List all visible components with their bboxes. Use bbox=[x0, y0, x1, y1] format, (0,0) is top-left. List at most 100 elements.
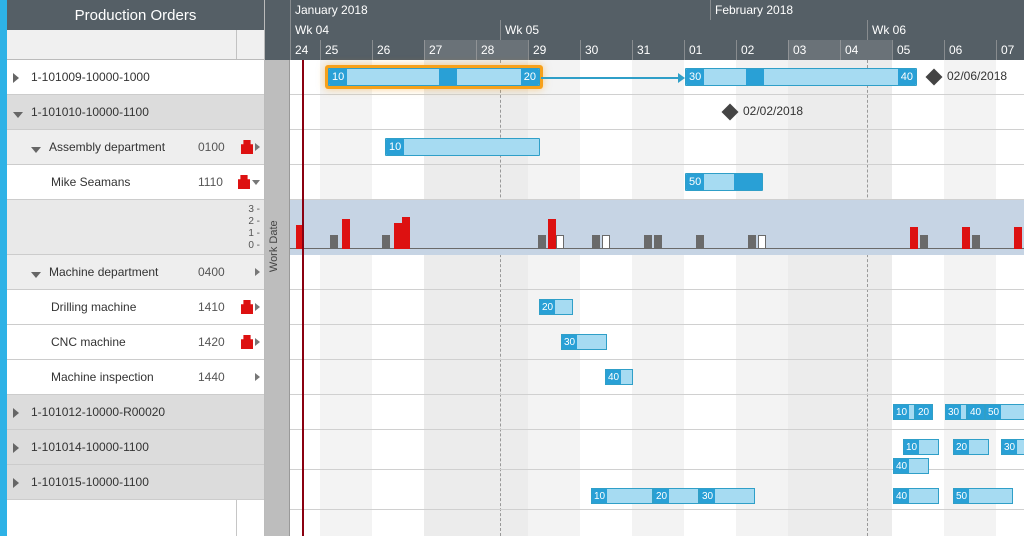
timeline-header-cell: 06 bbox=[944, 40, 996, 60]
timeline-header-cell: January 2018 bbox=[290, 0, 710, 20]
resource-code: 1440 bbox=[198, 370, 234, 384]
resource-row[interactable]: Machine inspection 1440 bbox=[7, 360, 264, 395]
order-row[interactable]: 1-101009-10000-1000 bbox=[7, 60, 264, 95]
dept-label: Assembly department bbox=[49, 140, 198, 154]
work-date-label: Work Date bbox=[268, 220, 280, 272]
expand-icon[interactable] bbox=[255, 338, 260, 346]
today-line bbox=[302, 60, 304, 536]
gantt-lane bbox=[290, 510, 1024, 536]
timeline-header-cell: 03 bbox=[788, 40, 840, 60]
gantt-bar[interactable]: 30 bbox=[699, 488, 755, 504]
caret-closed-icon[interactable] bbox=[13, 442, 23, 452]
resource-row[interactable]: Drilling machine 1410 bbox=[7, 290, 264, 325]
expand-icon[interactable] bbox=[255, 303, 260, 311]
timeline-header-cell: 25 bbox=[320, 40, 372, 60]
timeline-header-cell: 05 bbox=[892, 40, 944, 60]
gantt-bar[interactable]: 10 bbox=[903, 439, 939, 455]
resource-icon[interactable] bbox=[241, 140, 253, 154]
timeline-header-cell: Wk 06 bbox=[867, 20, 1024, 40]
resource-code: 1420 bbox=[198, 335, 234, 349]
gantt-bar[interactable]: 40 bbox=[967, 404, 985, 420]
resource-row[interactable]: CNC machine 1420 bbox=[7, 325, 264, 360]
expand-icon[interactable] bbox=[255, 143, 260, 151]
gantt-bar[interactable]: 30 bbox=[1001, 439, 1024, 455]
caret-open-icon[interactable] bbox=[31, 142, 41, 152]
resource-icon[interactable] bbox=[241, 335, 253, 349]
expand-icon[interactable] bbox=[255, 268, 260, 276]
work-date-col: Work Date bbox=[265, 60, 290, 536]
gantt-bar[interactable]: 30 40 bbox=[685, 68, 917, 86]
gantt-bar[interactable]: 20 bbox=[953, 439, 989, 455]
gantt-bar[interactable]: 50 bbox=[685, 173, 763, 191]
resource-label: Drilling machine bbox=[51, 300, 198, 314]
timeline-header-cell: 27 bbox=[424, 40, 476, 60]
timeline-header-cell: 26 bbox=[372, 40, 424, 60]
op-num: 50 bbox=[686, 174, 704, 190]
timeline-header-cell: Wk 04 bbox=[290, 20, 500, 40]
gantt-timeline[interactable]: January 2018February 2018 Wk 04Wk 05Wk 0… bbox=[265, 0, 1024, 536]
gantt-lane bbox=[290, 325, 1024, 360]
order-row[interactable]: 1-101015-10000-1100 bbox=[7, 465, 264, 500]
gantt-bar[interactable]: 40 bbox=[605, 369, 633, 385]
gantt-bar[interactable]: 10 bbox=[385, 138, 540, 156]
gantt-lane bbox=[290, 290, 1024, 325]
op-num: 20 bbox=[540, 300, 555, 314]
dept-row[interactable]: Machine department 0400 bbox=[7, 255, 264, 290]
caret-closed-icon[interactable] bbox=[13, 407, 23, 417]
left-panel: Production Orders 1-101009-10000-1000 1-… bbox=[7, 0, 265, 536]
histogram-band bbox=[290, 200, 1024, 255]
op-num: 40 bbox=[606, 370, 621, 384]
order-row[interactable]: 1-101010-10000-1100 bbox=[7, 95, 264, 130]
resource-code: 1410 bbox=[198, 300, 234, 314]
timeline-header-cell: Wk 05 bbox=[500, 20, 867, 40]
gantt-bar[interactable]: 20 bbox=[653, 488, 699, 504]
gantt-lane bbox=[290, 360, 1024, 395]
histogram-row: 3 - 2 - 1 - 0 - bbox=[7, 200, 264, 255]
caret-closed-icon[interactable] bbox=[13, 72, 23, 82]
timeline-header-cell: 28 bbox=[476, 40, 528, 60]
timeline-header-cell: 31 bbox=[632, 40, 684, 60]
resource-icon[interactable] bbox=[238, 175, 250, 189]
gantt-bar[interactable]: 10 bbox=[893, 404, 915, 420]
histo-axis-labels: 3 - 2 - 1 - 0 - bbox=[248, 204, 260, 252]
collapse-icon[interactable] bbox=[252, 180, 260, 185]
milestone-label: 02/06/2018 bbox=[947, 69, 1007, 83]
resource-icon[interactable] bbox=[241, 300, 253, 314]
order-label: 1-101012-10000-R00020 bbox=[31, 405, 234, 419]
gantt-bar[interactable]: 10 bbox=[591, 488, 653, 504]
dept-code: 0100 bbox=[198, 140, 234, 154]
gantt-bar[interactable]: 10 20 bbox=[328, 68, 540, 86]
order-tree: 1-101009-10000-1000 1-101010-10000-1100 … bbox=[7, 60, 264, 536]
caret-open-icon[interactable] bbox=[13, 107, 23, 117]
gantt-bar[interactable]: 30 bbox=[945, 404, 967, 420]
timeline-header-cell: 24 bbox=[290, 40, 320, 60]
order-label: 1-101009-10000-1000 bbox=[31, 70, 234, 84]
milestone-label: 02/02/2018 bbox=[743, 104, 803, 118]
gantt-bar[interactable]: 30 bbox=[561, 334, 607, 350]
order-row[interactable]: 1-101014-10000-1100 bbox=[7, 430, 264, 465]
order-label: 1-101015-10000-1100 bbox=[31, 475, 234, 489]
caret-closed-icon[interactable] bbox=[13, 477, 23, 487]
order-label: 1-101010-10000-1100 bbox=[31, 105, 234, 119]
gantt-bar[interactable]: 50 bbox=[953, 488, 1013, 504]
timeline-header-cell: 30 bbox=[580, 40, 632, 60]
expand-icon[interactable] bbox=[255, 373, 260, 381]
order-row[interactable]: 1-101012-10000-R00020 bbox=[7, 395, 264, 430]
timeline-header-cell: 04 bbox=[840, 40, 892, 60]
resource-label: Machine inspection bbox=[51, 370, 198, 384]
app-root: Production Orders 1-101009-10000-1000 1-… bbox=[0, 0, 1024, 536]
left-panel-title: Production Orders bbox=[7, 0, 264, 30]
gantt-bar[interactable]: 50 bbox=[985, 404, 1024, 420]
dept-row[interactable]: Assembly department 0100 bbox=[7, 130, 264, 165]
gantt-bar[interactable]: 20 bbox=[539, 299, 573, 315]
resource-row[interactable]: Mike Seamans 1110 bbox=[7, 165, 264, 200]
timeline-header-cell: February 2018 bbox=[710, 0, 1024, 20]
op-num-end: 40 bbox=[898, 69, 916, 85]
resource-label: Mike Seamans bbox=[51, 175, 198, 189]
gantt-bar[interactable]: 40 bbox=[893, 488, 939, 504]
gantt-bar[interactable]: 40 bbox=[893, 458, 929, 474]
caret-open-icon[interactable] bbox=[31, 267, 41, 277]
gantt-bar[interactable]: 20 bbox=[915, 404, 933, 420]
timeline-body[interactable]: Work Date 10 20 30 40 02/06/2018 bbox=[265, 60, 1024, 536]
resource-code: 1110 bbox=[198, 175, 234, 189]
